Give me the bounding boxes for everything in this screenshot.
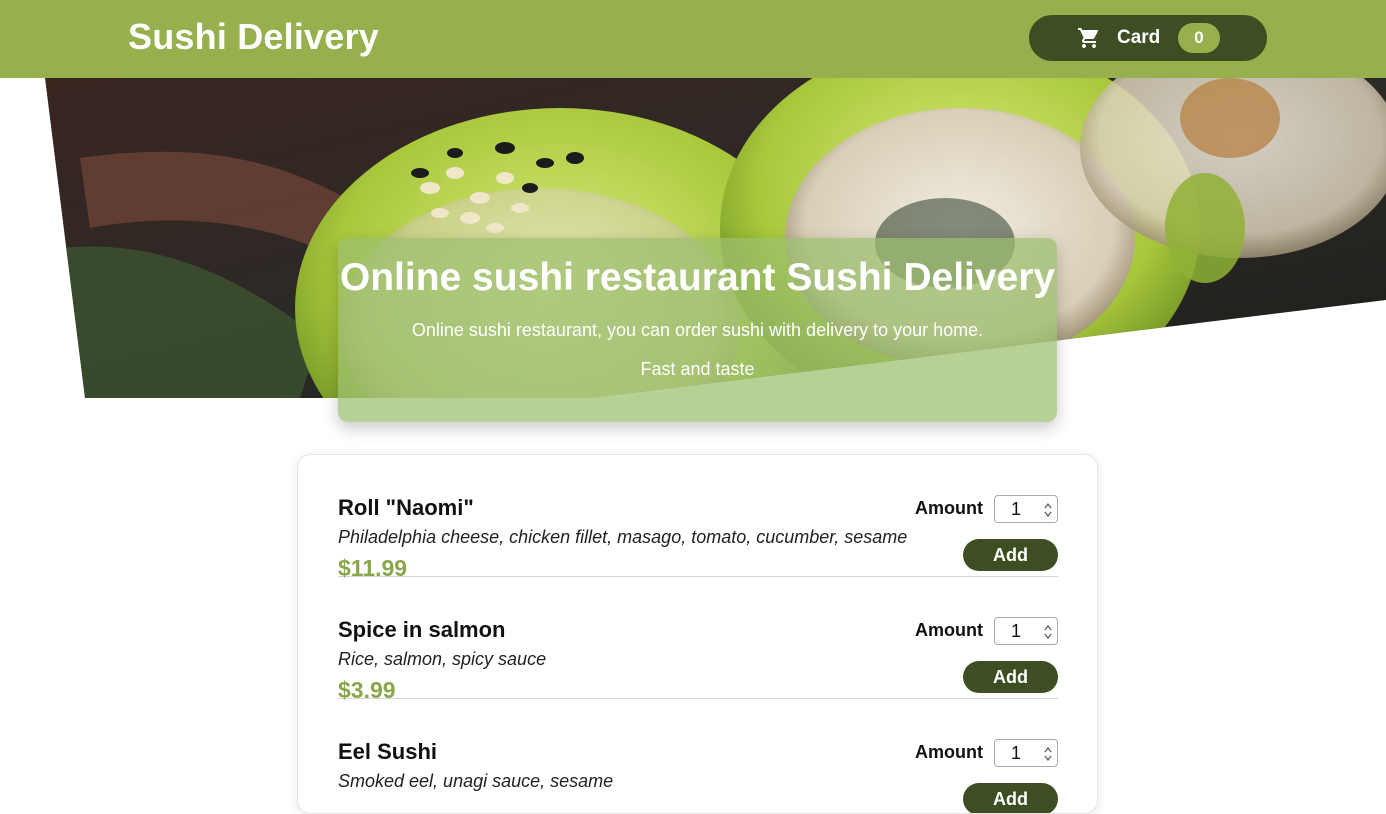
menu-item: Spice in salmon Rice, salmon, spicy sauc… [338,577,1058,703]
amount-label: Amount [915,742,983,762]
menu-item: Roll "Naomi" Philadelphia cheese, chicke… [338,455,1058,581]
item-description: Rice, salmon, spicy sauce [338,649,547,669]
item-description: Smoked eel, unagi sauce, sesame [338,771,614,791]
amount-value: 1 [1010,499,1021,519]
item-title: Roll "Naomi" [338,495,474,520]
amount-input[interactable]: 1 [994,617,1058,645]
add-button[interactable]: Add [963,661,1058,693]
amount-value: 1 [1010,743,1021,763]
cart-button[interactable]: Card 0 [1029,15,1267,61]
item-title: Spice in salmon [338,617,506,642]
menu-item: Eel Sushi Smoked eel, unagi sauce, sesam… [338,699,1058,813]
brand-title[interactable]: Sushi Delivery [128,16,379,58]
spinner-arrows-icon[interactable] [1044,746,1052,762]
cart-count-badge: 0 [1178,23,1220,53]
site-header: Sushi Delivery Card 0 [0,0,1386,78]
amount-label: Amount [915,498,983,518]
cart-icon [1078,28,1099,48]
add-button[interactable]: Add [963,783,1058,813]
hero-subtitle: Online sushi restaurant, you can order s… [411,320,984,340]
spinner-arrows-icon[interactable] [1044,502,1052,518]
hero-card: Online sushi restaurant Sushi Delivery O… [338,238,1057,422]
item-title: Eel Sushi [338,739,438,764]
amount-input[interactable]: 1 [994,495,1058,523]
amount-label: Amount [915,620,983,640]
menu-list: Roll "Naomi" Philadelphia cheese, chicke… [297,454,1098,814]
hero-title: Online sushi restaurant Sushi Delivery [339,256,1056,299]
cart-label: Card [1117,27,1161,48]
hero-tagline: Fast and taste [640,359,755,379]
amount-input[interactable]: 1 [994,739,1058,767]
add-button[interactable]: Add [963,539,1058,571]
item-description: Philadelphia cheese, chicken fillet, mas… [338,527,908,547]
spinner-arrows-icon[interactable] [1044,624,1052,640]
amount-value: 1 [1010,621,1021,641]
